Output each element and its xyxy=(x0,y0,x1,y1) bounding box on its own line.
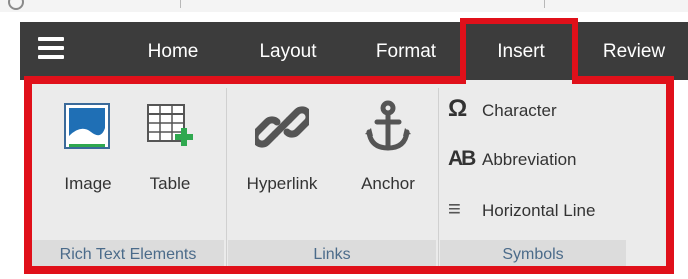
horizontal-line-button[interactable]: ≡ Horizontal Line xyxy=(448,194,595,224)
horizontal-line-button-label: Horizontal Line xyxy=(482,201,596,220)
ribbon-highlight-right xyxy=(666,76,674,274)
circle-icon xyxy=(8,0,24,10)
abbreviation-button-label: Abbreviation xyxy=(482,150,577,169)
table-button-label: Table xyxy=(149,174,191,193)
tab-review[interactable]: Review xyxy=(584,34,684,70)
tab-layout[interactable]: Layout xyxy=(238,34,338,70)
anchor-icon xyxy=(361,100,415,154)
anchor-button[interactable]: Anchor xyxy=(348,92,428,212)
horizontal-line-icon: ≡ xyxy=(448,196,461,221)
anchor-button-label: Anchor xyxy=(361,174,415,193)
abbreviation-button[interactable]: AB Abbreviation xyxy=(448,144,577,174)
image-button[interactable]: Image xyxy=(50,92,126,212)
hamburger-menu-icon[interactable] xyxy=(38,37,64,61)
tab-format[interactable]: Format xyxy=(356,34,456,70)
browser-top-strip xyxy=(0,0,688,12)
link-icon xyxy=(251,100,313,154)
hyperlink-button[interactable]: Hyperlink xyxy=(236,92,328,212)
group-divider xyxy=(438,88,439,268)
ribbon-highlight-bottom xyxy=(24,266,674,274)
divider xyxy=(180,0,181,8)
divider xyxy=(544,0,545,8)
table-add-icon xyxy=(143,100,197,154)
ribbon-highlight-top-right xyxy=(572,76,674,84)
omega-icon: Ω xyxy=(448,95,468,122)
character-button-label: Character xyxy=(482,101,557,120)
tab-home[interactable]: Home xyxy=(128,34,218,70)
insert-tab-highlight xyxy=(460,18,578,82)
image-icon xyxy=(61,100,115,154)
image-button-label: Image xyxy=(64,174,112,193)
ribbon-highlight-top-left xyxy=(24,76,466,84)
table-button[interactable]: Table xyxy=(132,92,208,212)
abbreviation-icon: AB xyxy=(448,147,476,170)
ribbon-highlight-left xyxy=(24,76,32,274)
hyperlink-button-label: Hyperlink xyxy=(246,174,318,193)
character-button[interactable]: Ω Character xyxy=(448,94,557,124)
group-divider xyxy=(226,88,227,268)
